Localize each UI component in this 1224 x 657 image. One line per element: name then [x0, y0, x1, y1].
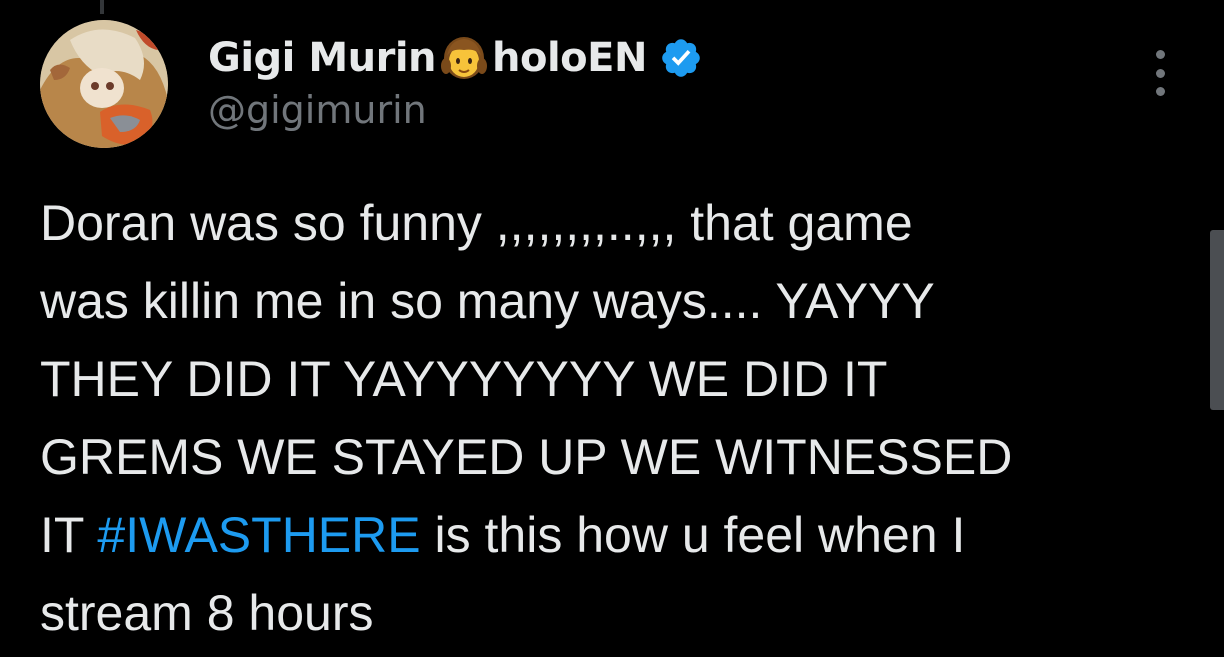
author-display-name[interactable]: Gigi Murin	[208, 35, 437, 81]
tweet-line: IT #IWASTHERE is this how u feel when I	[40, 496, 1160, 574]
author-avatar[interactable]	[40, 20, 168, 148]
more-vertical-icon-dot	[1155, 50, 1165, 59]
author-name-row[interactable]: Gigi Murin holoEN	[208, 30, 703, 86]
tweet-line-prefix: IT	[40, 507, 98, 563]
more-options-button[interactable]	[1146, 50, 1174, 96]
thread-connector-line	[100, 0, 104, 14]
tweet-line-suffix: is this how u feel when I	[420, 507, 966, 563]
verified-badge-icon[interactable]	[659, 36, 703, 80]
hashtag-link[interactable]: #IWASTHERE	[97, 507, 420, 563]
tweet-line: stream 8 hours	[40, 585, 374, 641]
tweet-line: Doran was so funny ,,,,,,,,..,,, that ga…	[40, 195, 913, 251]
tweet-line: THEY DID IT YAYYYYYYY WE DID IT	[40, 351, 888, 407]
tweet-body: Doran was so funny ,,,,,,,,..,,, that ga…	[40, 184, 1160, 652]
girl-emoji-icon	[438, 32, 490, 84]
scrollbar-thumb[interactable]	[1210, 230, 1224, 410]
author-handle[interactable]: @gigimurin	[208, 88, 427, 132]
tweet-line: was killin me in so many ways.... YAYYY	[40, 273, 935, 329]
tweet-line: GREMS WE STAYED UP WE WITNESSED	[40, 429, 1013, 485]
more-vertical-icon-dot	[1155, 87, 1165, 96]
more-vertical-icon-dot	[1155, 68, 1165, 78]
author-affiliation[interactable]: holoEN	[492, 35, 647, 81]
